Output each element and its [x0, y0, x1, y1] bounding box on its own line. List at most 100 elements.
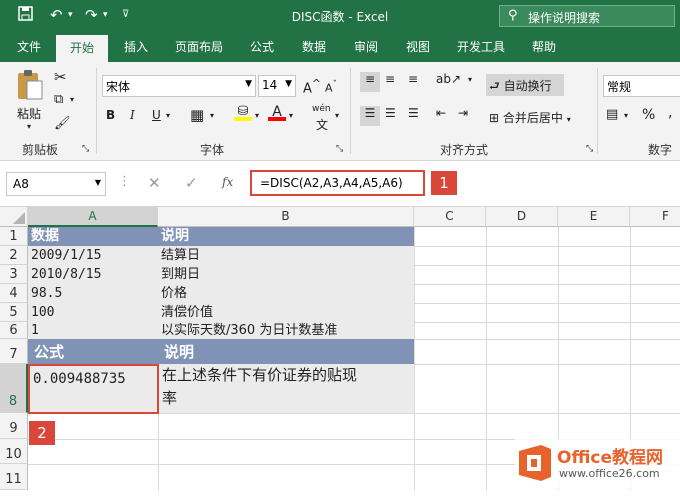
- grow-font-button[interactable]: A^: [303, 77, 321, 96]
- font-group-label: 字体: [200, 143, 225, 157]
- name-box[interactable]: A8 ▼: [6, 172, 106, 196]
- cell-a2[interactable]: 2009/1/15: [28, 246, 158, 265]
- row-header[interactable]: 7: [0, 339, 28, 364]
- number-format-select[interactable]: 常规: [603, 75, 680, 97]
- orientation-dropdown-icon[interactable]: ▾: [468, 75, 472, 84]
- cell-a4[interactable]: 98.5: [28, 284, 158, 303]
- row-header[interactable]: 3: [0, 265, 28, 284]
- cell-b6[interactable]: 以实际天数/360 为日计数基准: [158, 322, 414, 339]
- chevron-down-icon: ▼: [285, 79, 292, 89]
- italic-button[interactable]: I: [130, 108, 135, 122]
- align-middle-icon[interactable]: ≡: [385, 72, 395, 86]
- cell-b7[interactable]: 说明: [158, 339, 414, 364]
- cell-a1[interactable]: 数据: [28, 227, 158, 246]
- cell-a8-selected[interactable]: 0.009488735: [28, 364, 159, 414]
- row-header[interactable]: 10: [0, 439, 28, 464]
- cell-b2[interactable]: 结算日: [158, 246, 414, 265]
- accounting-format-icon[interactable]: ▤: [606, 107, 618, 122]
- align-right-icon[interactable]: ☰: [408, 106, 419, 120]
- row-header[interactable]: 4: [0, 284, 28, 303]
- increase-indent-icon[interactable]: ⇥: [458, 106, 468, 120]
- borders-icon[interactable]: ▦: [190, 106, 204, 124]
- cell-a7[interactable]: 公式: [28, 339, 158, 364]
- copy-icon[interactable]: ⧉: [54, 92, 63, 107]
- underline-button[interactable]: U: [152, 108, 161, 122]
- tab-developer[interactable]: 开发工具: [446, 32, 516, 62]
- tab-help[interactable]: 帮助: [520, 32, 568, 62]
- tab-file[interactable]: 文件: [6, 32, 52, 62]
- underline-dropdown-icon[interactable]: ▾: [166, 111, 170, 120]
- tab-home[interactable]: 开始: [56, 35, 108, 62]
- column-header-f[interactable]: F: [630, 207, 680, 227]
- search-box[interactable]: ⚲ 操作说明搜索: [499, 5, 675, 27]
- column-header-c[interactable]: C: [414, 207, 486, 227]
- tab-insert[interactable]: 插入: [112, 32, 160, 62]
- paste-button[interactable]: 粘贴 ▾: [12, 68, 46, 131]
- row-header[interactable]: 11: [0, 464, 28, 490]
- alignment-launcher-icon[interactable]: ⤡: [586, 144, 593, 154]
- confirm-icon[interactable]: ✓: [185, 174, 198, 192]
- watermark: Office教程网 www.office26.com: [515, 439, 680, 489]
- phonetic-button[interactable]: wén: [312, 104, 331, 114]
- row-header[interactable]: 2: [0, 246, 28, 265]
- watermark-brand: Office教程网: [557, 448, 664, 468]
- column-header-a[interactable]: A: [28, 207, 158, 227]
- align-top-icon[interactable]: ≡: [360, 72, 380, 92]
- merge-dropdown-icon: ▾: [566, 115, 571, 124]
- bold-button[interactable]: B: [106, 108, 115, 122]
- tab-view[interactable]: 视图: [394, 32, 442, 62]
- fill-dropdown-icon[interactable]: ▾: [255, 111, 259, 120]
- merge-center-button[interactable]: ⊞ 合并后居中 ▾: [486, 106, 590, 128]
- cell-b8[interactable]: 在上述条件下有价证券的贴现 率: [158, 364, 414, 413]
- tab-review[interactable]: 审阅: [342, 32, 390, 62]
- cell-a5[interactable]: 100: [28, 303, 158, 322]
- cancel-icon[interactable]: ✕: [148, 174, 161, 192]
- row-header[interactable]: 1: [0, 227, 28, 246]
- row-header-selected[interactable]: 8: [0, 364, 28, 413]
- cell-a6[interactable]: 1: [28, 322, 158, 339]
- phonetic-dropdown-icon[interactable]: ▾: [335, 111, 339, 120]
- format-painter-icon[interactable]: 🖌: [54, 116, 71, 131]
- tab-data[interactable]: 数据: [290, 32, 338, 62]
- shrink-font-button[interactable]: Aˇ: [325, 79, 337, 95]
- decrease-indent-icon[interactable]: ⇤: [436, 106, 446, 120]
- grow-font-arrow-icon: ^: [311, 77, 321, 90]
- percent-button[interactable]: %: [642, 107, 655, 123]
- cell-a3[interactable]: 2010/8/15: [28, 265, 158, 284]
- comma-button[interactable]: ,: [668, 105, 672, 121]
- fill-color-button[interactable]: ⛁: [234, 104, 252, 121]
- copy-dropdown-icon[interactable]: ▾: [70, 95, 74, 104]
- cell-b4[interactable]: 价格: [158, 284, 414, 303]
- separator: [350, 68, 351, 154]
- align-bottom-icon[interactable]: ≡: [408, 72, 418, 86]
- cell-b5[interactable]: 清偿价值: [158, 303, 414, 322]
- chevron-down-icon: ▼: [245, 79, 252, 89]
- tab-formulas[interactable]: 公式: [238, 32, 286, 62]
- row-header[interactable]: 5: [0, 303, 28, 322]
- column-header-d[interactable]: D: [486, 207, 558, 227]
- align-left-icon[interactable]: ☰: [360, 106, 380, 126]
- align-center-icon[interactable]: ☰: [385, 106, 396, 120]
- column-header-b[interactable]: B: [158, 207, 414, 227]
- select-all-corner[interactable]: [0, 207, 28, 227]
- accounting-dropdown-icon[interactable]: ▾: [624, 111, 628, 120]
- clipboard-group-label: 剪贴板: [22, 143, 59, 157]
- font-size-select[interactable]: 14 ▼: [258, 75, 296, 97]
- tab-page-layout[interactable]: 页面布局: [164, 32, 234, 62]
- column-header-e[interactable]: E: [558, 207, 630, 227]
- row-header[interactable]: 9: [0, 413, 28, 439]
- font-color-dropdown-icon[interactable]: ▾: [289, 111, 293, 120]
- orientation-icon[interactable]: ab↗: [436, 72, 461, 86]
- wrap-text-button[interactable]: ⮐ 自动换行: [486, 74, 564, 96]
- formula-input[interactable]: =DISC(A2,A3,A4,A5,A6): [250, 170, 425, 196]
- font-color-button[interactable]: A: [268, 104, 286, 121]
- insert-function-icon[interactable]: fx: [222, 175, 233, 189]
- borders-dropdown-icon[interactable]: ▾: [210, 111, 214, 120]
- cut-icon[interactable]: ✂: [54, 68, 67, 86]
- font-launcher-icon[interactable]: ⤡: [336, 144, 343, 154]
- cell-b3[interactable]: 到期日: [158, 265, 414, 284]
- font-name-select[interactable]: 宋体 ▼: [102, 75, 256, 97]
- cell-b1[interactable]: 说明: [158, 227, 414, 246]
- clipboard-launcher-icon[interactable]: ⤡: [82, 144, 89, 154]
- row-header[interactable]: 6: [0, 322, 28, 339]
